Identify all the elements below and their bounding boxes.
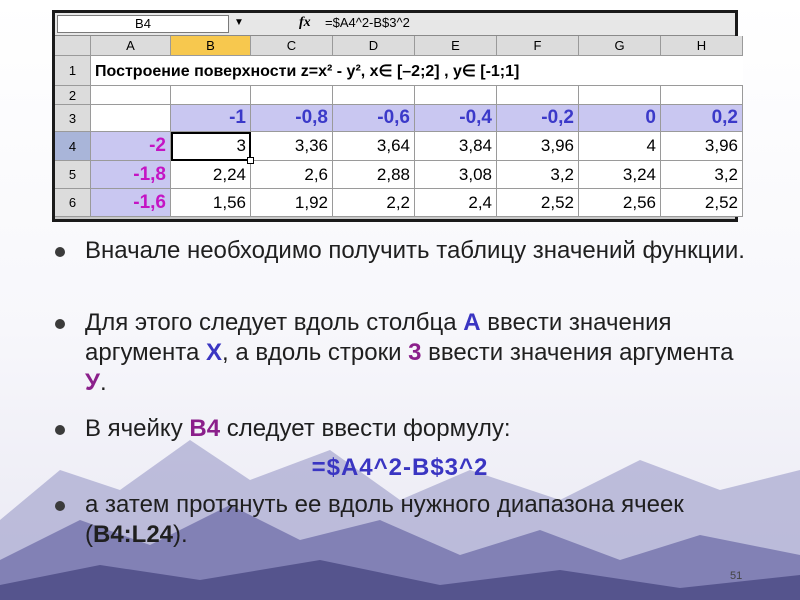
cell-a5[interactable]: -1,8 (91, 161, 171, 189)
cell-b6[interactable]: 1,56 (171, 189, 251, 217)
cell-c2[interactable] (251, 86, 333, 105)
cell-e6[interactable]: 2,4 (415, 189, 497, 217)
cell-b4[interactable]: 3 (171, 132, 251, 161)
column-a-highlight: А (463, 309, 481, 336)
cell-c6[interactable]: 1,92 (251, 189, 333, 217)
column-header-row: ABCDEFGH (55, 36, 743, 56)
cell-d2[interactable] (333, 86, 415, 105)
cell-c3[interactable]: -0,8 (251, 105, 333, 132)
cell-g3[interactable]: 0 (579, 105, 661, 132)
formula-input[interactable]: =$A4^2-B$3^2 (325, 15, 725, 31)
cell-a2[interactable] (91, 86, 171, 105)
cell-d4[interactable]: 3,64 (333, 132, 415, 161)
row-header-5[interactable]: 5 (55, 161, 91, 189)
select-all-corner[interactable] (55, 36, 91, 56)
cell-g2[interactable] (579, 86, 661, 105)
sheet-title-cell[interactable]: Построение поверхности z=x² - y², x∈ [–2… (91, 56, 520, 85)
bullet-icon (55, 501, 65, 511)
range-highlight: В4:L24 (93, 521, 174, 548)
cell-a4[interactable]: -2 (91, 132, 171, 161)
table-row: 6 -1,6 1,56 1,92 2,2 2,4 2,52 2,56 2,52 (55, 189, 743, 217)
bullet-text: Вначале необходимо получить таблицу знач… (85, 237, 745, 264)
cell-b4-highlight: В4 (189, 415, 221, 442)
column-header-g[interactable]: G (579, 36, 661, 56)
cell-f3[interactable]: -0,2 (497, 105, 579, 132)
spreadsheet-window: B4 ▼ fx =$A4^2-B$3^2 A B C D E F G H 1 Построение… (52, 10, 743, 222)
cell-e5[interactable]: 3,08 (415, 161, 497, 189)
bullet-icon (55, 425, 65, 435)
argument-x-highlight: Х (206, 339, 223, 366)
cell-e2[interactable] (415, 86, 497, 105)
cell-b5[interactable]: 2,24 (171, 161, 251, 189)
cell-d3[interactable]: -0,6 (333, 105, 415, 132)
cell-e3[interactable]: -0,4 (415, 105, 497, 132)
row-header-3[interactable]: 3 (55, 105, 91, 132)
row-header-2[interactable]: 2 (55, 86, 91, 105)
bullet-icon (55, 247, 65, 257)
column-header-h[interactable]: H (661, 36, 743, 56)
cell-g6[interactable]: 2,56 (579, 189, 661, 217)
column-header-b[interactable]: B (171, 36, 251, 56)
name-box[interactable]: B4 (57, 15, 229, 33)
cell-h3[interactable]: 0,2 (661, 105, 743, 132)
cell-h5[interactable]: 3,2 (661, 161, 743, 189)
fill-handle[interactable] (247, 157, 254, 164)
table-row: 5 -1,8 2,24 2,6 2,88 3,08 3,2 3,24 3,2 (55, 161, 743, 189)
bullet-text: В ячейку В4 следует ввести формулу: (85, 415, 511, 442)
row-3-highlight: 3 (408, 339, 422, 366)
bullet-text: а затем протянуть ее вдоль нужного диапа… (85, 491, 684, 548)
cell-b3[interactable]: -1 (171, 105, 251, 132)
cell-h6[interactable]: 2,52 (661, 189, 743, 217)
column-header-a[interactable]: A (91, 36, 171, 56)
column-header-e[interactable]: E (415, 36, 497, 56)
name-box-dropdown-icon[interactable]: ▼ (231, 15, 247, 31)
cell-b2[interactable] (171, 86, 251, 105)
row-header-6[interactable]: 6 (55, 189, 91, 217)
cell-a6[interactable]: -1,6 (91, 189, 171, 217)
insert-function-icon[interactable]: fx (299, 15, 319, 31)
column-header-c[interactable]: C (251, 36, 333, 56)
table-row: 3 -1 -0,8 -0,6 -0,4 -0,2 0 0,2 (55, 105, 743, 132)
cell-d6[interactable]: 2,2 (333, 189, 415, 217)
row-1-cells: Построение поверхности z=x² - y², x∈ [–2… (91, 56, 743, 86)
cell-h2[interactable] (661, 86, 743, 105)
cell-f6[interactable]: 2,52 (497, 189, 579, 217)
formula-text: =$A4^2-B$3^2 (311, 454, 489, 481)
table-row: 2 (55, 86, 743, 105)
table-row: 1 Построение поверхности z=x² - y², x∈ [–… (55, 56, 743, 86)
cell-g5[interactable]: 3,24 (579, 161, 661, 189)
cell-d5[interactable]: 2,88 (333, 161, 415, 189)
row-header-1[interactable]: 1 (55, 56, 91, 86)
cell-c4[interactable]: 3,36 (251, 132, 333, 161)
slide-number: 51 (730, 570, 743, 582)
bullet-icon (55, 319, 65, 329)
cell-e4[interactable]: 3,84 (415, 132, 497, 161)
column-header-d[interactable]: D (333, 36, 415, 56)
formula-bar: B4 ▼ fx =$A4^2-B$3^2 (55, 13, 735, 36)
cell-f5[interactable]: 3,2 (497, 161, 579, 189)
argument-y-highlight: У (85, 369, 100, 396)
cell-c5[interactable]: 2,6 (251, 161, 333, 189)
bullet-text: Для этого следует вдоль столбца А ввести… (85, 309, 734, 396)
cell-f2[interactable] (497, 86, 579, 105)
column-header-f[interactable]: F (497, 36, 579, 56)
cell-h4[interactable]: 3,96 (661, 132, 743, 161)
row-header-4[interactable]: 4 (55, 132, 91, 161)
cell-g4[interactable]: 4 (579, 132, 661, 161)
cell-f4[interactable]: 3,96 (497, 132, 579, 161)
cell-a3[interactable] (91, 105, 171, 132)
table-row: 4 -2 3 3,36 3,64 3,84 3,96 4 3,96 (55, 132, 743, 161)
